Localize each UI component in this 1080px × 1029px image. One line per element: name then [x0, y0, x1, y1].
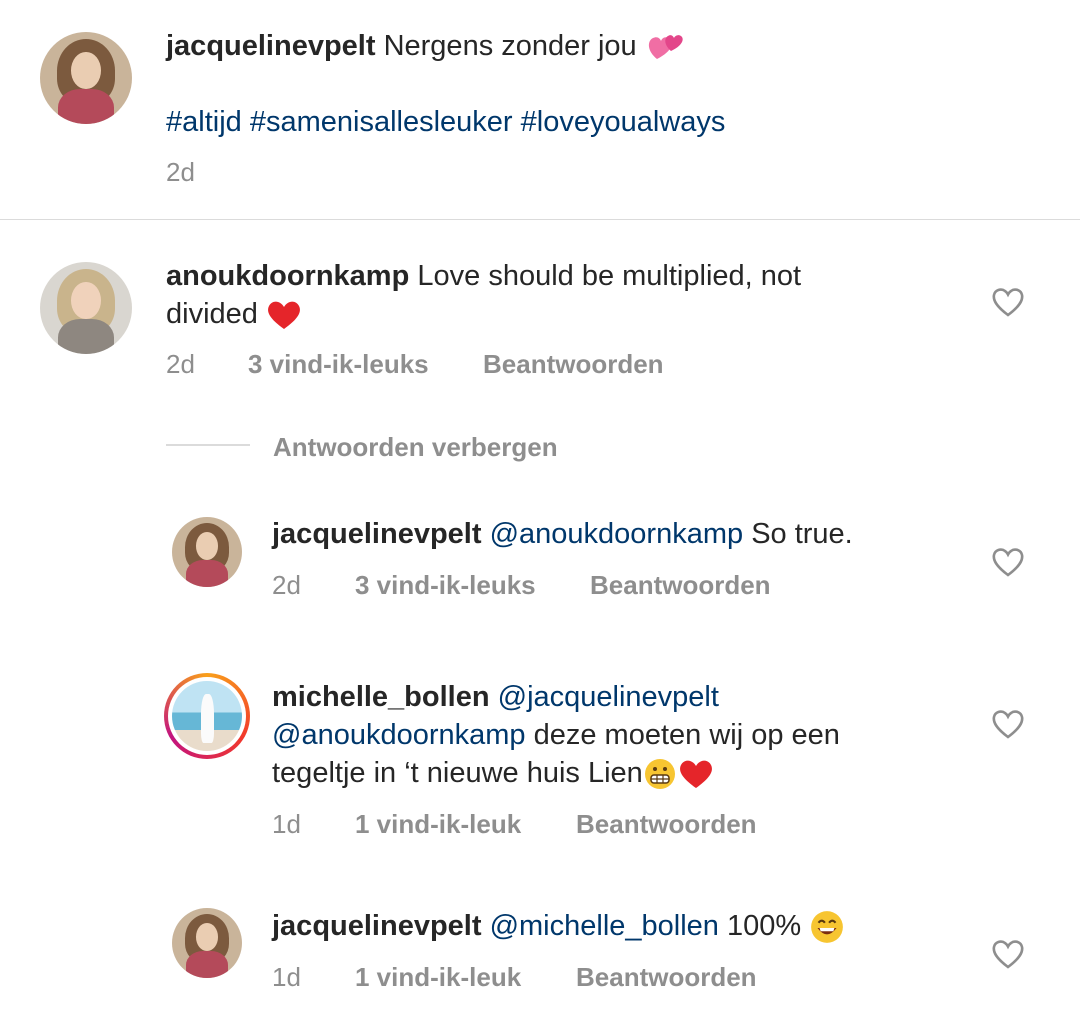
story-ring[interactable]: [164, 673, 250, 759]
reply-time: 1d: [272, 809, 301, 839]
avatar[interactable]: [172, 517, 242, 587]
reply-button[interactable]: Beantwoorden: [483, 349, 664, 380]
reply-button[interactable]: Beantwoorden: [576, 962, 757, 993]
smiling-face-emoji: [811, 911, 844, 944]
reply-username[interactable]: jacquelinevpelt: [272, 910, 482, 942]
caption-time: 2d: [166, 157, 195, 187]
avatar[interactable]: [40, 262, 132, 354]
caption-username[interactable]: jacquelinevpelt: [166, 30, 376, 62]
reply-time: 2d: [272, 570, 301, 600]
comment-time: 2d: [166, 349, 195, 379]
hide-replies-button[interactable]: Antwoorden verbergen: [273, 432, 558, 463]
reply-mention[interactable]: @michelle_bollen: [490, 910, 719, 942]
reply-likes[interactable]: 3 vind-ik-leuks: [355, 570, 536, 601]
avatar[interactable]: [172, 681, 242, 751]
reply-button[interactable]: Beantwoorden: [590, 570, 771, 601]
grimacing-face-emoji: [644, 759, 675, 790]
reply-button[interactable]: Beantwoorden: [576, 809, 757, 840]
heart-outline-icon[interactable]: [991, 546, 1025, 578]
comment-text-line2: divided: [166, 298, 258, 330]
two-hearts-emoji: [648, 35, 683, 60]
comment-username[interactable]: anoukdoornkamp: [166, 260, 409, 292]
reply-text: deze moeten wij op een: [533, 719, 840, 751]
reply-likes[interactable]: 1 vind-ik-leuk: [355, 962, 521, 993]
reply-text: 100%: [726, 910, 802, 942]
reply-likes[interactable]: 1 vind-ik-leuk: [355, 809, 521, 840]
heart-outline-icon[interactable]: [991, 286, 1025, 318]
replies-line: [166, 444, 250, 446]
reply-username[interactable]: jacquelinevpelt: [272, 518, 482, 550]
reply-text-line2: tegeltje in ‘t nieuwe huis Lien: [272, 757, 643, 789]
avatar[interactable]: [40, 32, 132, 124]
reply-mention-2[interactable]: @anoukdoornkamp: [272, 719, 526, 751]
red-heart-emoji: [268, 301, 300, 330]
heart-outline-icon[interactable]: [991, 708, 1025, 740]
divider: [0, 219, 1080, 220]
comment-likes[interactable]: 3 vind-ik-leuks: [248, 349, 429, 380]
heart-outline-icon[interactable]: [991, 938, 1025, 970]
reply-mention[interactable]: @anoukdoornkamp: [490, 518, 744, 550]
red-heart-emoji: [679, 760, 712, 789]
reply-username[interactable]: michelle_bollen: [272, 681, 490, 713]
caption-hashtags[interactable]: #altijd #samenisallesleuker #loveyoualwa…: [166, 103, 725, 141]
avatar[interactable]: [172, 908, 242, 978]
caption-text: Nergens zonder jou: [383, 30, 637, 62]
comment-text: Love should be multiplied, not: [417, 260, 802, 292]
reply-mention[interactable]: @jacquelinevpelt: [498, 681, 719, 713]
reply-text: So true.: [751, 518, 853, 550]
reply-time: 1d: [272, 962, 301, 992]
